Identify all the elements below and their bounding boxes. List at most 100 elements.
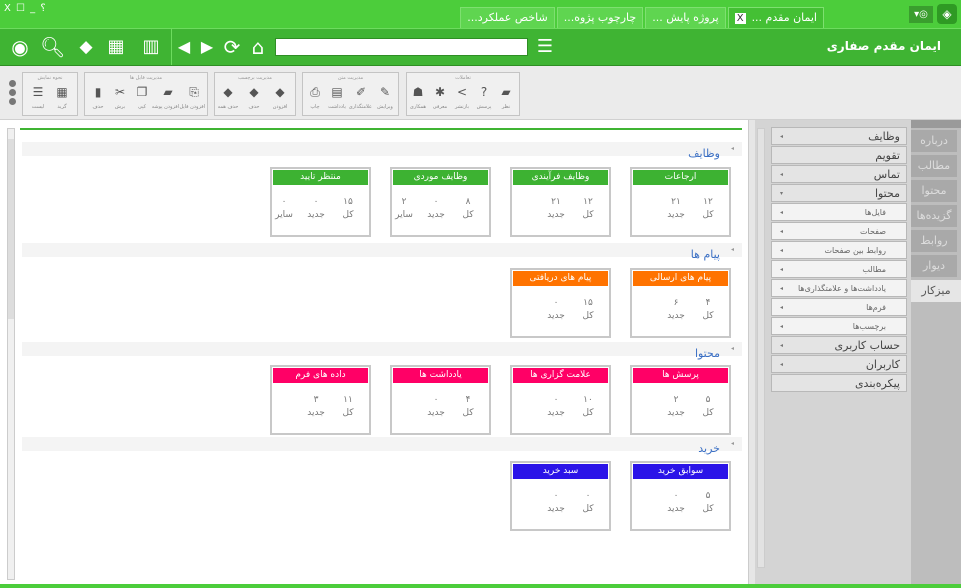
menu-icon[interactable]: ☰ bbox=[533, 36, 557, 58]
scrollbar[interactable] bbox=[757, 128, 765, 568]
forward-icon[interactable]: ▶ bbox=[199, 36, 215, 58]
delete-tag-button[interactable]: ◆ حذف bbox=[243, 85, 265, 110]
scrollbar[interactable] bbox=[7, 128, 15, 580]
tab-indicator[interactable]: شاخص عملکرد... bbox=[460, 7, 555, 28]
section-header[interactable]: ◂ پیام ها bbox=[22, 243, 742, 261]
accordion-item[interactable]: صفحات ◂ bbox=[771, 222, 907, 240]
accordion-item[interactable]: وظایف ◂ bbox=[771, 127, 907, 145]
stat-card[interactable]: سوابق خرید ۵ کل ۰ جدید bbox=[630, 461, 731, 531]
copy-button[interactable]: ❐ کپی bbox=[131, 85, 153, 110]
delete-button[interactable]: ▮ حذف bbox=[87, 85, 109, 110]
stat-card[interactable]: یادداشت ها ۴ کل ۰ جدید bbox=[390, 365, 491, 435]
collapse-arrow-icon[interactable]: ◂ bbox=[731, 142, 734, 156]
scrollbar-thumb[interactable] bbox=[8, 139, 14, 319]
grid-view-button[interactable]: ▦ گرید bbox=[51, 85, 73, 110]
introduce-button[interactable]: ✱ معرفی bbox=[429, 85, 451, 110]
tab-iman[interactable]: ایمان مقدم ... X bbox=[727, 7, 824, 28]
vertical-tab[interactable]: گزیده‌ها bbox=[911, 205, 957, 227]
stat-card[interactable]: پیام های ارسالی ۴ کل ۶ جدید bbox=[630, 268, 731, 338]
stat-card[interactable]: منتظر تایید ۱۵ کل ۰ جدید ۰ سایر bbox=[270, 167, 371, 237]
button-label: یادداشت bbox=[328, 104, 346, 110]
section-header[interactable]: ◂ خرید bbox=[22, 437, 742, 455]
card-stats: ۱۵ کل ۰ جدید bbox=[543, 298, 601, 321]
refresh-icon[interactable]: ⟳ bbox=[220, 36, 244, 58]
accordion-item[interactable]: محتوا ▾ bbox=[771, 184, 907, 202]
collapse-arrow-icon[interactable]: ◂ bbox=[731, 243, 734, 257]
add-tag-button[interactable]: ◆ افزودن bbox=[269, 85, 291, 110]
accordion-item[interactable]: برچسب‌ها ◂ bbox=[771, 317, 907, 335]
accordion-item[interactable]: مطالب ◂ bbox=[771, 260, 907, 278]
home-icon[interactable]: ⌂ bbox=[246, 36, 270, 58]
accordion-label: تماس bbox=[873, 168, 900, 181]
section-header[interactable]: ◂ وظایف bbox=[22, 142, 742, 160]
accordion-item[interactable]: روابط بین صفحات ◂ bbox=[771, 241, 907, 259]
bookmarks-icon[interactable]: ▥ bbox=[139, 36, 163, 58]
vertical-tab[interactable]: محتوا bbox=[911, 180, 957, 202]
stat-card[interactable]: وظایف فرآیندی ۱۲ کل ۲۱ جدید bbox=[510, 167, 611, 237]
accordion-item[interactable]: کاربران ◂ bbox=[771, 355, 907, 373]
accordion-menu: وظایف ◂ تقویم تماس ◂ محتوا ▾ فایل‌ها ◂ صفحات ◂ رواب… bbox=[771, 127, 907, 393]
close-tab-icon[interactable]: X bbox=[734, 13, 746, 24]
accordion-item[interactable]: فرم‌ها ◂ bbox=[771, 298, 907, 316]
globe-icon[interactable]: ▾◎ bbox=[909, 6, 933, 23]
collapse-arrow-icon[interactable]: ◂ bbox=[731, 437, 734, 451]
tab-strip: ایمان مقدم ... X پروژه پایش ... چارچوب پژ… bbox=[460, 7, 824, 28]
accordion-item[interactable]: یادداشت‌ها و علامتگذاری‌ها ◂ bbox=[771, 279, 907, 297]
search-icon[interactable]: 🔍︎ bbox=[40, 36, 65, 58]
collaborate-button[interactable]: ☗ همکاری bbox=[407, 85, 429, 110]
list-view-button[interactable]: ☰ لیست bbox=[27, 85, 49, 110]
stat-card[interactable]: پرسش ها ۵ کل ۲ جدید bbox=[630, 365, 731, 435]
tab-label: ایمان مقدم ... bbox=[751, 11, 817, 24]
accordion-item[interactable]: تماس ◂ bbox=[771, 165, 907, 183]
vertical-tab[interactable]: مطالب bbox=[911, 155, 957, 177]
vertical-tab[interactable]: روابط bbox=[911, 230, 957, 252]
card-title: سوابق خرید bbox=[633, 464, 728, 479]
vertical-tab[interactable]: میزکار bbox=[911, 280, 961, 302]
add-file-button[interactable]: ⎘ افزودن فایل bbox=[179, 85, 205, 110]
stat: ۰ جدید bbox=[663, 491, 689, 514]
stat-card[interactable]: پیام های دریافتی ۱۵ کل ۰ جدید bbox=[510, 268, 611, 338]
tab-project[interactable]: پروژه پایش ... bbox=[645, 7, 726, 28]
stat-value: ۴ bbox=[705, 298, 711, 308]
cut-button[interactable]: ✂ برش bbox=[109, 85, 131, 110]
accordion-item[interactable]: پیکره‌بندی bbox=[771, 374, 907, 392]
tag-icon[interactable]: ◆ bbox=[74, 36, 98, 58]
print-button[interactable]: ⎙ چاپ bbox=[304, 85, 326, 110]
divider bbox=[20, 128, 742, 130]
vertical-tab[interactable]: درباره bbox=[911, 130, 957, 152]
window-controls[interactable]: X ☐ _ ؟ bbox=[4, 3, 46, 14]
edit-button[interactable]: ✎ ویرایش bbox=[374, 85, 396, 110]
nav-bar: ◉ 🔍︎ ◆ ▦ ▥ ◀ ▶ ⟳ ⌂ ☰ ایمان مقدم صفاری bbox=[0, 28, 961, 66]
button-label: برش bbox=[114, 104, 126, 110]
collapse-arrow-icon[interactable]: ◂ bbox=[731, 342, 734, 356]
grid-icon[interactable]: ▦ bbox=[104, 36, 128, 58]
vertical-tab[interactable]: دیوار bbox=[911, 255, 957, 277]
accordion-label: یادداشت‌ها و علامتگذاری‌ها bbox=[797, 284, 886, 293]
question-button[interactable]: ? پرسش bbox=[473, 85, 495, 110]
add-folder-button[interactable]: ▰ افزودن پوشه bbox=[152, 85, 179, 110]
arrow-icon: ◂ bbox=[780, 171, 784, 178]
stat-card[interactable]: علامت گزاری ها ۱۰ کل ۰ جدید bbox=[510, 365, 611, 435]
share-button[interactable]: < بازنشر bbox=[451, 85, 473, 110]
back-icon[interactable]: ◀ bbox=[176, 36, 192, 58]
section-header[interactable]: ◂ محتوا bbox=[22, 342, 742, 360]
stat-card[interactable]: وظایف موردی ۸ کل ۰ جدید ۲ سایر bbox=[390, 167, 491, 237]
stat: ۰ جدید bbox=[423, 395, 449, 418]
accordion-label: حساب کاربری bbox=[834, 339, 900, 352]
card-row: سوابق خرید ۵ کل ۰ جدید سبد خرید ۰ کل ۰ جدید bbox=[510, 461, 731, 531]
more-icon[interactable] bbox=[9, 80, 17, 107]
stat-card[interactable]: سبد خرید ۰ کل ۰ جدید bbox=[510, 461, 611, 531]
stat-card[interactable]: داده های فرم ۱۱ کل ۳ جدید bbox=[270, 365, 371, 435]
tab-framework[interactable]: چارچوب پژوه... bbox=[556, 7, 644, 28]
note-button[interactable]: ▤ یادداشت bbox=[326, 85, 348, 110]
address-input[interactable] bbox=[275, 38, 528, 56]
user-icon[interactable]: ◉ bbox=[8, 36, 32, 58]
delete-all-tags-button[interactable]: ◆ حذف همه bbox=[217, 85, 239, 110]
highlight-button[interactable]: ✐ علامتگذاری bbox=[349, 85, 372, 110]
accordion-item[interactable]: فایل‌ها ◂ bbox=[771, 203, 907, 221]
accordion-item[interactable]: تقویم bbox=[771, 146, 907, 164]
stat-value: ۴ bbox=[465, 395, 471, 405]
comment-button[interactable]: ▰ نظر bbox=[495, 85, 517, 110]
stat-card[interactable]: ارجاعات ۱۲ کل ۲۱ جدید bbox=[630, 167, 731, 237]
accordion-item[interactable]: حساب کاربری ◂ bbox=[771, 336, 907, 354]
